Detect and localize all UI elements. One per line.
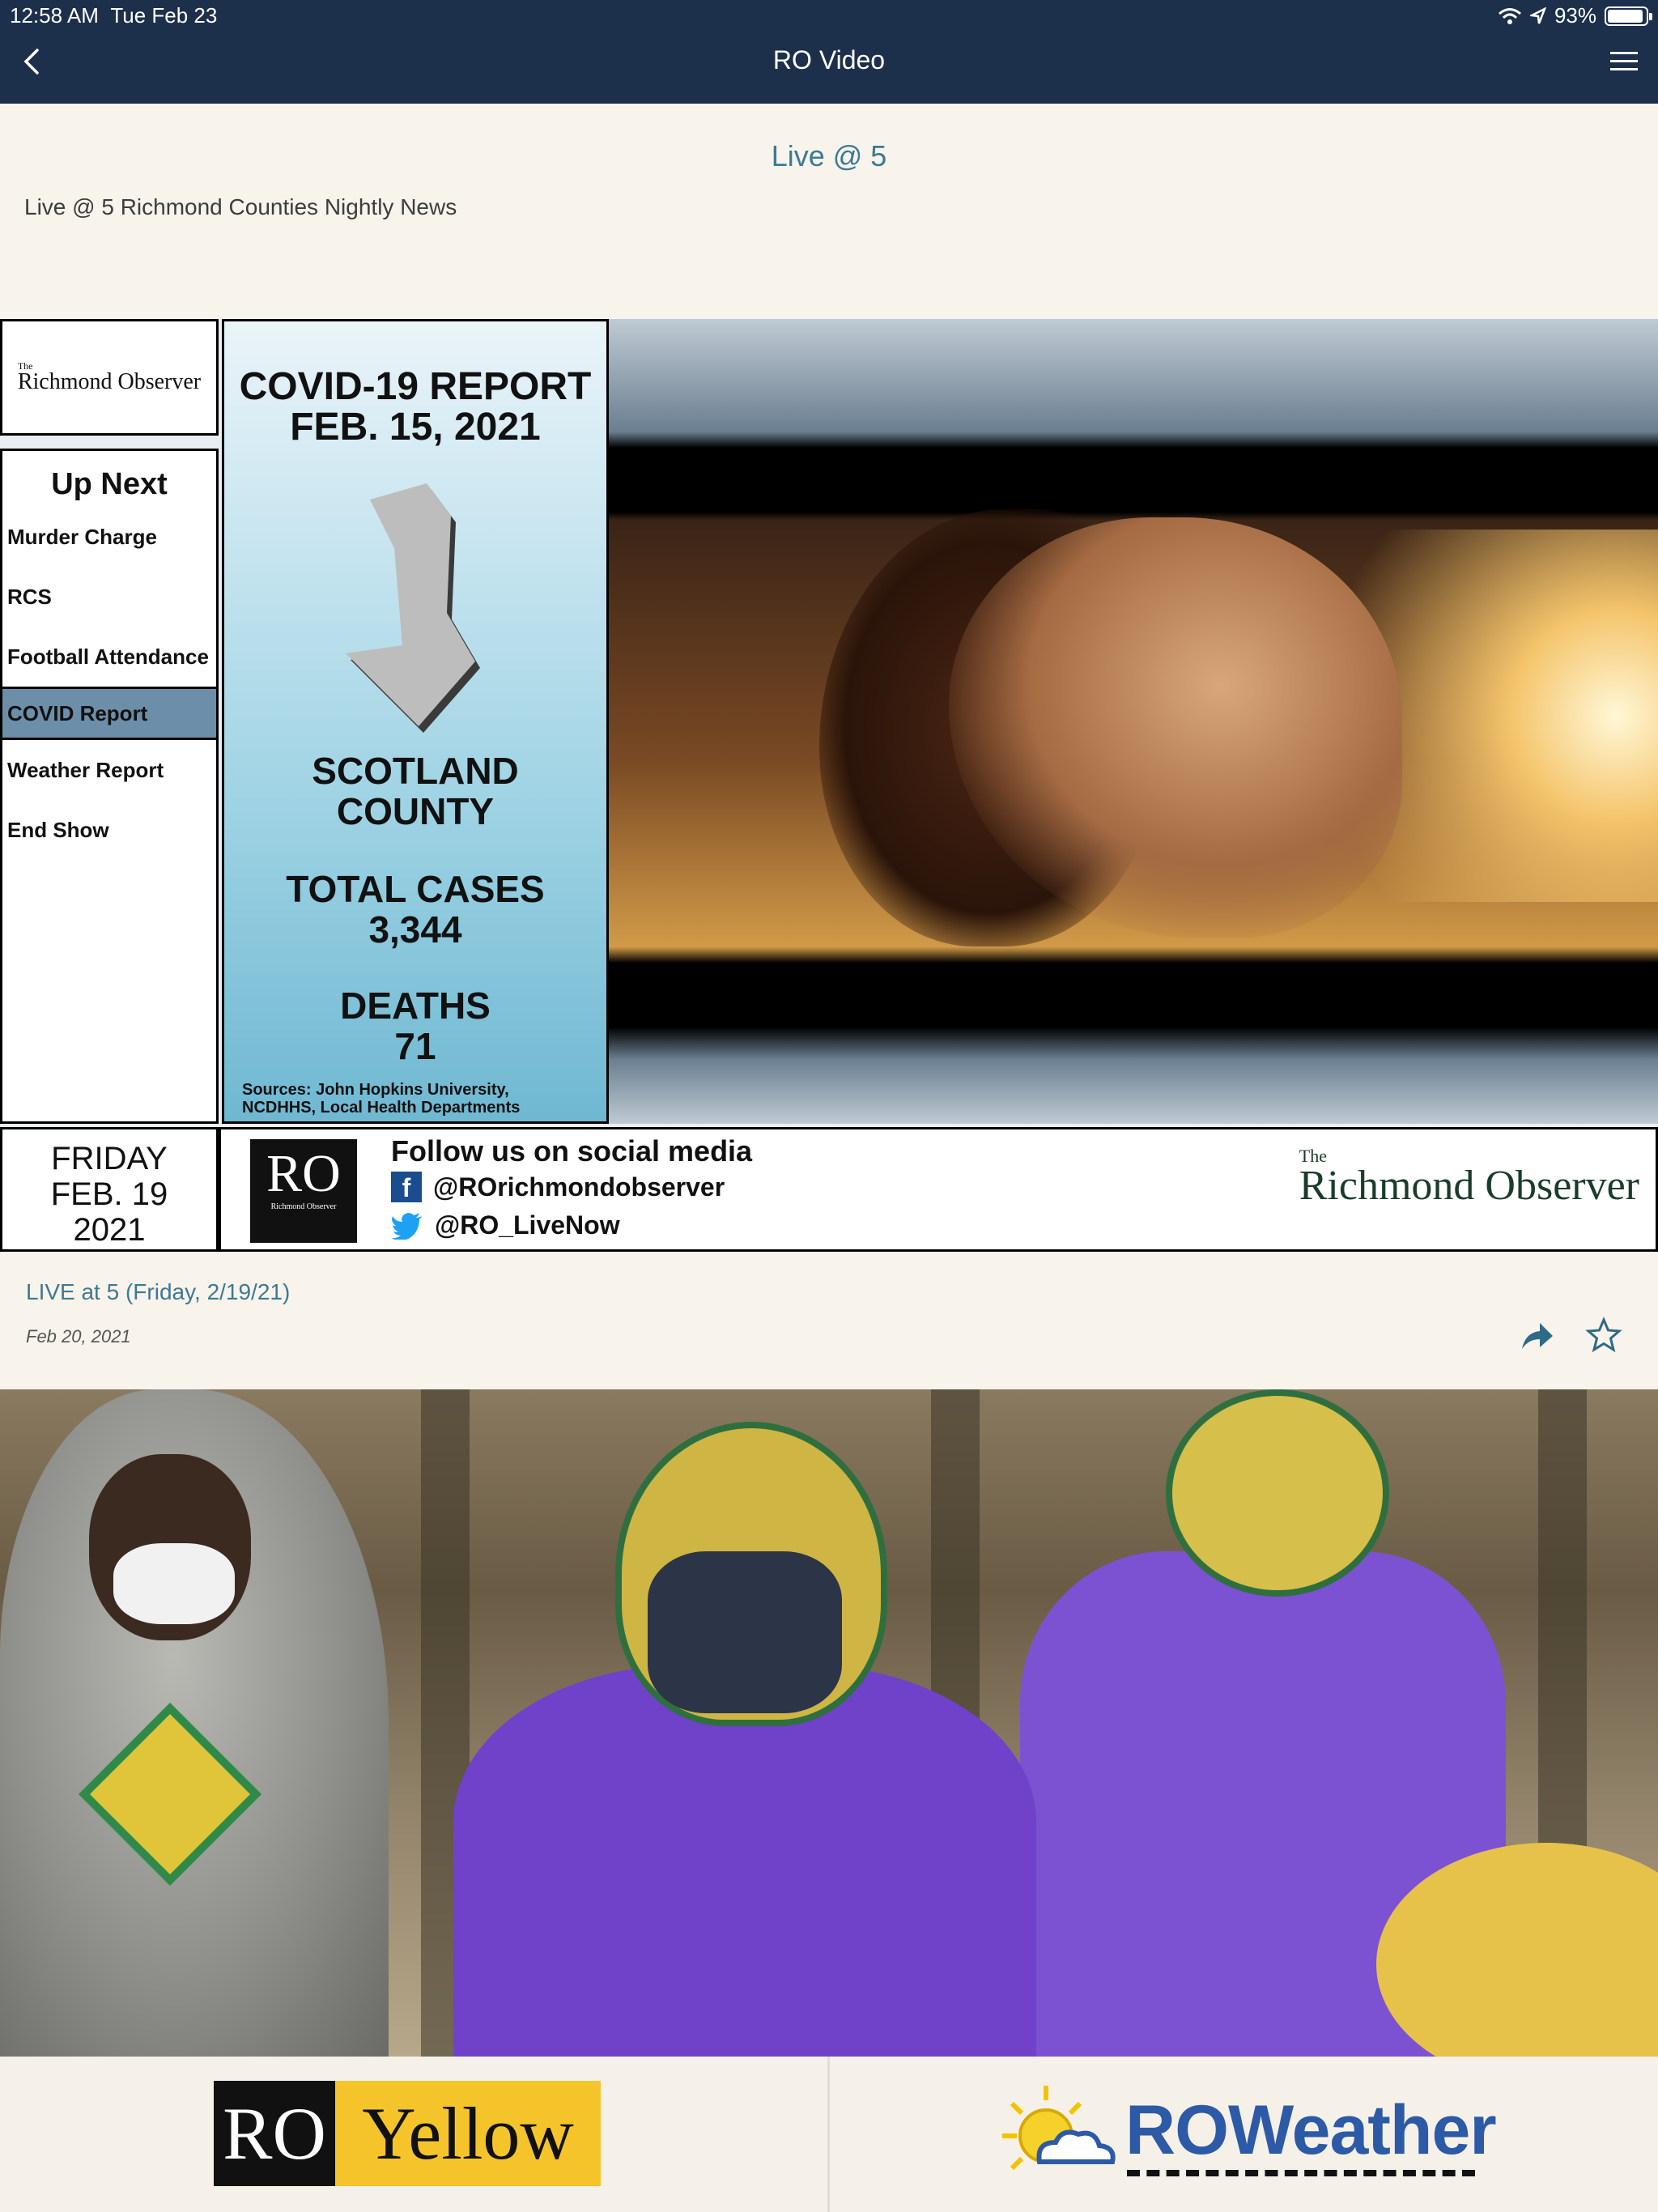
status-date: Tue Feb 23 (110, 3, 218, 28)
show-description: Live @ 5 Richmond Counties Nightly News (24, 194, 457, 219)
sun-cloud-icon (1002, 2086, 1116, 2171)
social-media-panel: RO Richmond Observer Follow us on social… (219, 1127, 1658, 1252)
video-item-title[interactable]: LIVE at 5 (Friday, 2/19/21) (26, 1279, 290, 1305)
twitter-bird-icon (391, 1212, 422, 1240)
up-next-item: Football Attendance (7, 644, 209, 669)
up-next-item: Weather Report (7, 758, 164, 782)
nav-title: RO Video (772, 45, 886, 74)
covid-deaths: DEATHS 71 (340, 985, 491, 1067)
ro-square-logo: RO Richmond Observer (250, 1139, 357, 1243)
ro-yellow-ad[interactable]: RO Yellow (214, 2081, 601, 2186)
up-next-item: RCS (7, 585, 52, 609)
wifi-icon (1498, 7, 1521, 24)
favorite-star-icon[interactable] (1585, 1317, 1622, 1354)
covid-total-cases: TOTAL CASES 3,344 (286, 868, 545, 951)
up-next-panel: Up Next Murder Charge RCS Football Atten… (0, 449, 219, 1124)
video-thumbnail-football[interactable] (0, 1389, 1658, 2057)
video-frame-woman (609, 319, 1658, 1124)
battery-percent: 93% (1554, 3, 1596, 28)
battery-icon (1605, 6, 1652, 26)
up-next-item: Murder Charge (7, 525, 157, 549)
richmond-observer-brand: The Richmond Observer (1299, 1146, 1639, 1209)
up-next-heading: Up Next (51, 467, 168, 501)
share-arrow-icon[interactable] (1519, 1318, 1554, 1354)
richmond-observer-logo: The Richmond Observer (0, 319, 219, 436)
show-title: Live @ 5 (771, 139, 887, 172)
location-arrow-icon (1529, 6, 1546, 23)
covid-report-title: COVID-19 REPORT FEB. 15, 2021 (239, 365, 592, 449)
ad-divider (827, 2057, 830, 2212)
scotland-county-map-icon (346, 483, 480, 733)
broadcast-date: FRIDAY FEB. 19 2021 (0, 1127, 219, 1252)
hamburger-menu-icon[interactable] (1608, 47, 1640, 74)
hooded-coach-figure (0, 1389, 389, 2057)
roweather-ad[interactable]: ROWeather (997, 2079, 1497, 2193)
player-center-figure (453, 1422, 1036, 2057)
video-item-date: Feb 20, 2021 (26, 1326, 131, 1346)
social-heading: Follow us on social media (391, 1134, 753, 1168)
video-player-live-at-5[interactable]: The Richmond Observer Up Next Murder Cha… (0, 319, 1658, 1252)
status-indicators: 93% (1498, 3, 1652, 28)
up-next-item-active: COVID Report (2, 687, 216, 740)
covid-sources: Sources: John Hopkins University, NCDHHS… (242, 1081, 521, 1117)
covid-report-panel: COVID-19 REPORT FEB. 15, 2021 SCOTLAND C… (222, 319, 609, 1124)
covid-county-name: SCOTLAND COUNTY (312, 750, 519, 832)
twitter-handle: @RO_LiveNow (391, 1210, 620, 1240)
status-time: 12:58 AM Tue Feb 23 (10, 3, 218, 28)
top-navigation-bar: 12:58 AM Tue Feb 23 93% RO Video (0, 0, 1658, 104)
facebook-icon: f (391, 1172, 422, 1202)
facebook-handle: f @ROrichmondobserver (391, 1172, 725, 1202)
sponsor-bar: RO Yellow ROWeather (0, 2057, 1658, 2212)
up-next-item: End Show (7, 818, 109, 842)
